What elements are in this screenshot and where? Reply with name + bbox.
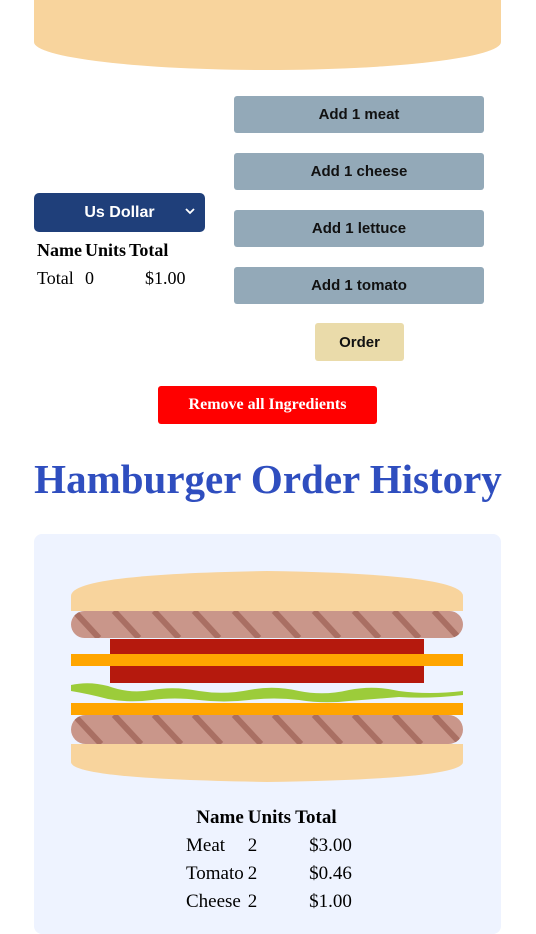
currency-selected-value: Us Dollar <box>84 203 155 221</box>
table-row: Tomato 2 $0.46 <box>186 860 356 888</box>
history-header-name: Name <box>196 807 244 828</box>
history-row-units: 2 <box>247 891 258 912</box>
cheese-layer <box>71 703 463 715</box>
summary-row-name: Total <box>37 267 74 288</box>
history-row-name: Meat <box>186 835 226 856</box>
add-tomato-button[interactable]: Add 1 tomato <box>234 267 484 304</box>
history-row-units: 2 <box>247 835 258 856</box>
lettuce-layer <box>71 683 463 703</box>
order-history-table: Name Units Total Meat 2 $3.00 Tomato 2 $… <box>186 804 356 916</box>
page-title: Hamburger Order History <box>34 456 502 502</box>
history-header-total: Total <box>295 807 337 828</box>
table-row: Cheese 2 $1.00 <box>186 888 356 916</box>
meat-patty <box>71 611 463 638</box>
summary-row-units: 0 <box>84 267 94 288</box>
order-button[interactable]: Order <box>315 323 404 361</box>
top-bun <box>71 571 463 611</box>
bottom-bun <box>34 0 501 70</box>
history-row-total: $3.00 <box>309 835 352 856</box>
bottom-bun <box>71 744 463 782</box>
order-summary: Name Units Total Total 0 $1.00 <box>37 236 189 292</box>
remove-all-ingredients-button[interactable]: Remove all Ingredients <box>158 386 377 424</box>
history-row-name: Cheese <box>186 891 241 912</box>
summary-header-name: Name <box>37 239 82 260</box>
burger-illustration <box>71 571 463 782</box>
currency-select[interactable]: Us Dollar <box>34 193 205 232</box>
add-cheese-button[interactable]: Add 1 cheese <box>234 153 484 190</box>
history-card: Name Units Total Meat 2 $3.00 Tomato 2 $… <box>34 534 501 934</box>
table-row: Total 0 $1.00 <box>37 264 189 292</box>
meat-patty <box>71 715 463 744</box>
history-row-total: $0.46 <box>309 863 352 884</box>
summary-row-total: $1.00 <box>145 267 186 288</box>
add-meat-button[interactable]: Add 1 meat <box>234 96 484 133</box>
cheese-layer <box>71 654 463 666</box>
summary-header-total: Total <box>129 239 169 260</box>
history-row-total: $1.00 <box>309 891 352 912</box>
history-row-units: 2 <box>247 863 258 884</box>
add-lettuce-button[interactable]: Add 1 lettuce <box>234 210 484 247</box>
history-row-name: Tomato <box>186 863 244 884</box>
summary-table: Name Units Total Total 0 $1.00 <box>37 236 189 292</box>
table-row: Meat 2 $3.00 <box>186 832 356 860</box>
summary-header-units: Units <box>84 239 126 260</box>
chevron-down-icon <box>185 208 195 215</box>
history-header-units: Units <box>247 807 292 828</box>
